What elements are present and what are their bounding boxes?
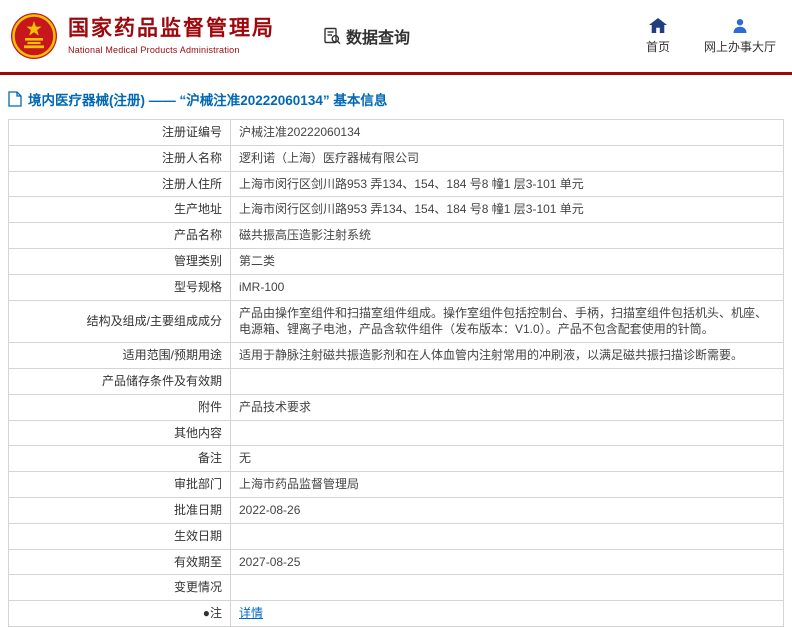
row-label: 注册人名称: [8, 144, 231, 172]
page-title: 境内医疗器械(注册) —— “沪械注准20222060134” 基本信息: [8, 75, 784, 119]
org-name-cn: 国家药品监督管理局: [68, 16, 275, 40]
row-value: [230, 367, 784, 395]
table-row: 型号规格 iMR-100: [8, 273, 784, 301]
table-row: 产品名称 磁共振高压造影注射系统: [8, 222, 784, 249]
registration-info-table: 注册证编号 沪械注准20222060134 注册人名称 逻利诺（上海）医疗器械有限公司…: [8, 119, 784, 627]
row-label: 注册人住所: [8, 170, 231, 198]
row-value: [230, 522, 784, 550]
row-label: ●注: [8, 600, 231, 627]
detail-link[interactable]: 详情: [239, 606, 263, 620]
row-label: 审批部门: [8, 471, 231, 498]
row-value: 详情: [230, 600, 784, 627]
row-label: 批准日期: [8, 496, 231, 524]
org-title-block: 国家药品监督管理局 National Medical Products Admi…: [68, 17, 275, 55]
national-emblem-logo: [11, 13, 57, 59]
table-row: 备注无: [8, 445, 784, 473]
row-label: 型号规格: [8, 273, 231, 301]
row-value: 上海市闵行区剑川路953 弄134、154、184 号8 幢1 层3-101 单…: [230, 170, 784, 198]
row-value: 适用于静脉注射磁共振造影剂和在人体血管内注射常用的冲刷液，以满足磁共振扫描诊断需…: [230, 342, 784, 369]
row-value: 磁共振高压造影注射系统: [230, 222, 784, 249]
document-icon: [8, 91, 22, 107]
row-label: 备注: [8, 445, 231, 473]
row-value: 2027-08-25: [230, 548, 784, 576]
nav-home[interactable]: 首页: [645, 17, 670, 55]
table-row: 适用范围/预期用途 适用于静脉注射磁共振造影剂和在人体血管内注射常用的冲刷液，以满…: [8, 342, 784, 369]
row-label: 结构及组成/主要组成成分: [8, 299, 231, 344]
nav-service-hall[interactable]: 网上办事大厅: [704, 18, 776, 55]
table-row: 产品储存条件及有效期: [8, 367, 784, 395]
table-row: 注册证编号 沪械注准20222060134: [8, 119, 784, 146]
row-value: 逻利诺（上海）医疗器械有限公司: [230, 144, 784, 172]
row-label: 适用范围/预期用途: [8, 342, 231, 369]
table-row: 注册人名称 逻利诺（上海）医疗器械有限公司: [8, 144, 784, 172]
row-value: 上海市药品监督管理局: [230, 471, 784, 498]
row-value: 上海市闵行区剑川路953 弄134、154、184 号8 幢1 层3-101 单…: [230, 196, 784, 224]
row-value: 第二类: [230, 247, 784, 275]
row-label: 生产地址: [8, 196, 231, 224]
main-content: 境内医疗器械(注册) —— “沪械注准20222060134” 基本信息 注册证…: [0, 75, 792, 627]
row-value: 产品由操作室组件和扫描室组件组成。操作室组件包括控制台、手柄，扫描室组件包括机头…: [230, 299, 784, 344]
nav-service-hall-label: 网上办事大厅: [703, 39, 776, 54]
site-header: 国家药品监督管理局 National Medical Products Admi…: [0, 0, 792, 75]
nav-data-query-label: 数据查询: [346, 30, 411, 47]
table-row: 审批部门 上海市药品监督管理局: [8, 471, 784, 498]
org-name-en: National Medical Products Administration: [68, 45, 240, 56]
row-value: 2022-08-26: [230, 496, 784, 524]
row-label: 其他内容: [8, 419, 231, 447]
nav-home-label: 首页: [645, 39, 670, 54]
nav-data-query[interactable]: 数据查询: [323, 24, 410, 48]
home-icon: [648, 17, 667, 33]
data-query-icon: [324, 27, 341, 45]
row-value: [230, 419, 784, 447]
row-value: 无: [230, 445, 784, 473]
row-value: 产品技术要求: [230, 393, 784, 421]
row-label: 注册证编号: [8, 119, 231, 146]
row-value: 沪械注准20222060134: [230, 119, 784, 146]
table-row: ●注 详情: [8, 600, 784, 627]
table-row: 有效期至 2027-08-25: [8, 548, 784, 576]
table-row: 附件 产品技术要求: [8, 393, 784, 421]
table-row: 生产地址 上海市闵行区剑川路953 弄134、154、184 号8 幢1 层3-1…: [8, 196, 784, 224]
row-label: 管理类别: [8, 247, 231, 275]
person-icon: [733, 18, 747, 33]
row-label: 产品储存条件及有效期: [8, 367, 231, 395]
table-row: 其他内容: [8, 419, 784, 447]
table-row: 管理类别 第二类: [8, 247, 784, 275]
table-row: 结构及组成/主要组成成分 产品由操作室组件和扫描室组件组成。操作室组件包括控制台、…: [8, 299, 784, 344]
page-title-text: 境内医疗器械(注册) —— “沪械注准20222060134” 基本信息: [28, 93, 388, 108]
row-label: 附件: [8, 393, 231, 421]
table-row: 批准日期 2022-08-26: [8, 496, 784, 524]
row-label: 产品名称: [8, 222, 231, 249]
table-row: 生效日期: [8, 522, 784, 550]
table-row: 注册人住所 上海市闵行区剑川路953 弄134、154、184 号8 幢1 层3-…: [8, 170, 784, 198]
row-value: iMR-100: [230, 273, 784, 301]
registration-info-table-body: 注册证编号 沪械注准20222060134 注册人名称 逻利诺（上海）医疗器械有限公司…: [8, 119, 784, 627]
row-label: 生效日期: [8, 522, 231, 550]
header-right-nav: 首页 网上办事大厅: [645, 17, 776, 55]
row-label: 有效期至: [8, 548, 231, 576]
